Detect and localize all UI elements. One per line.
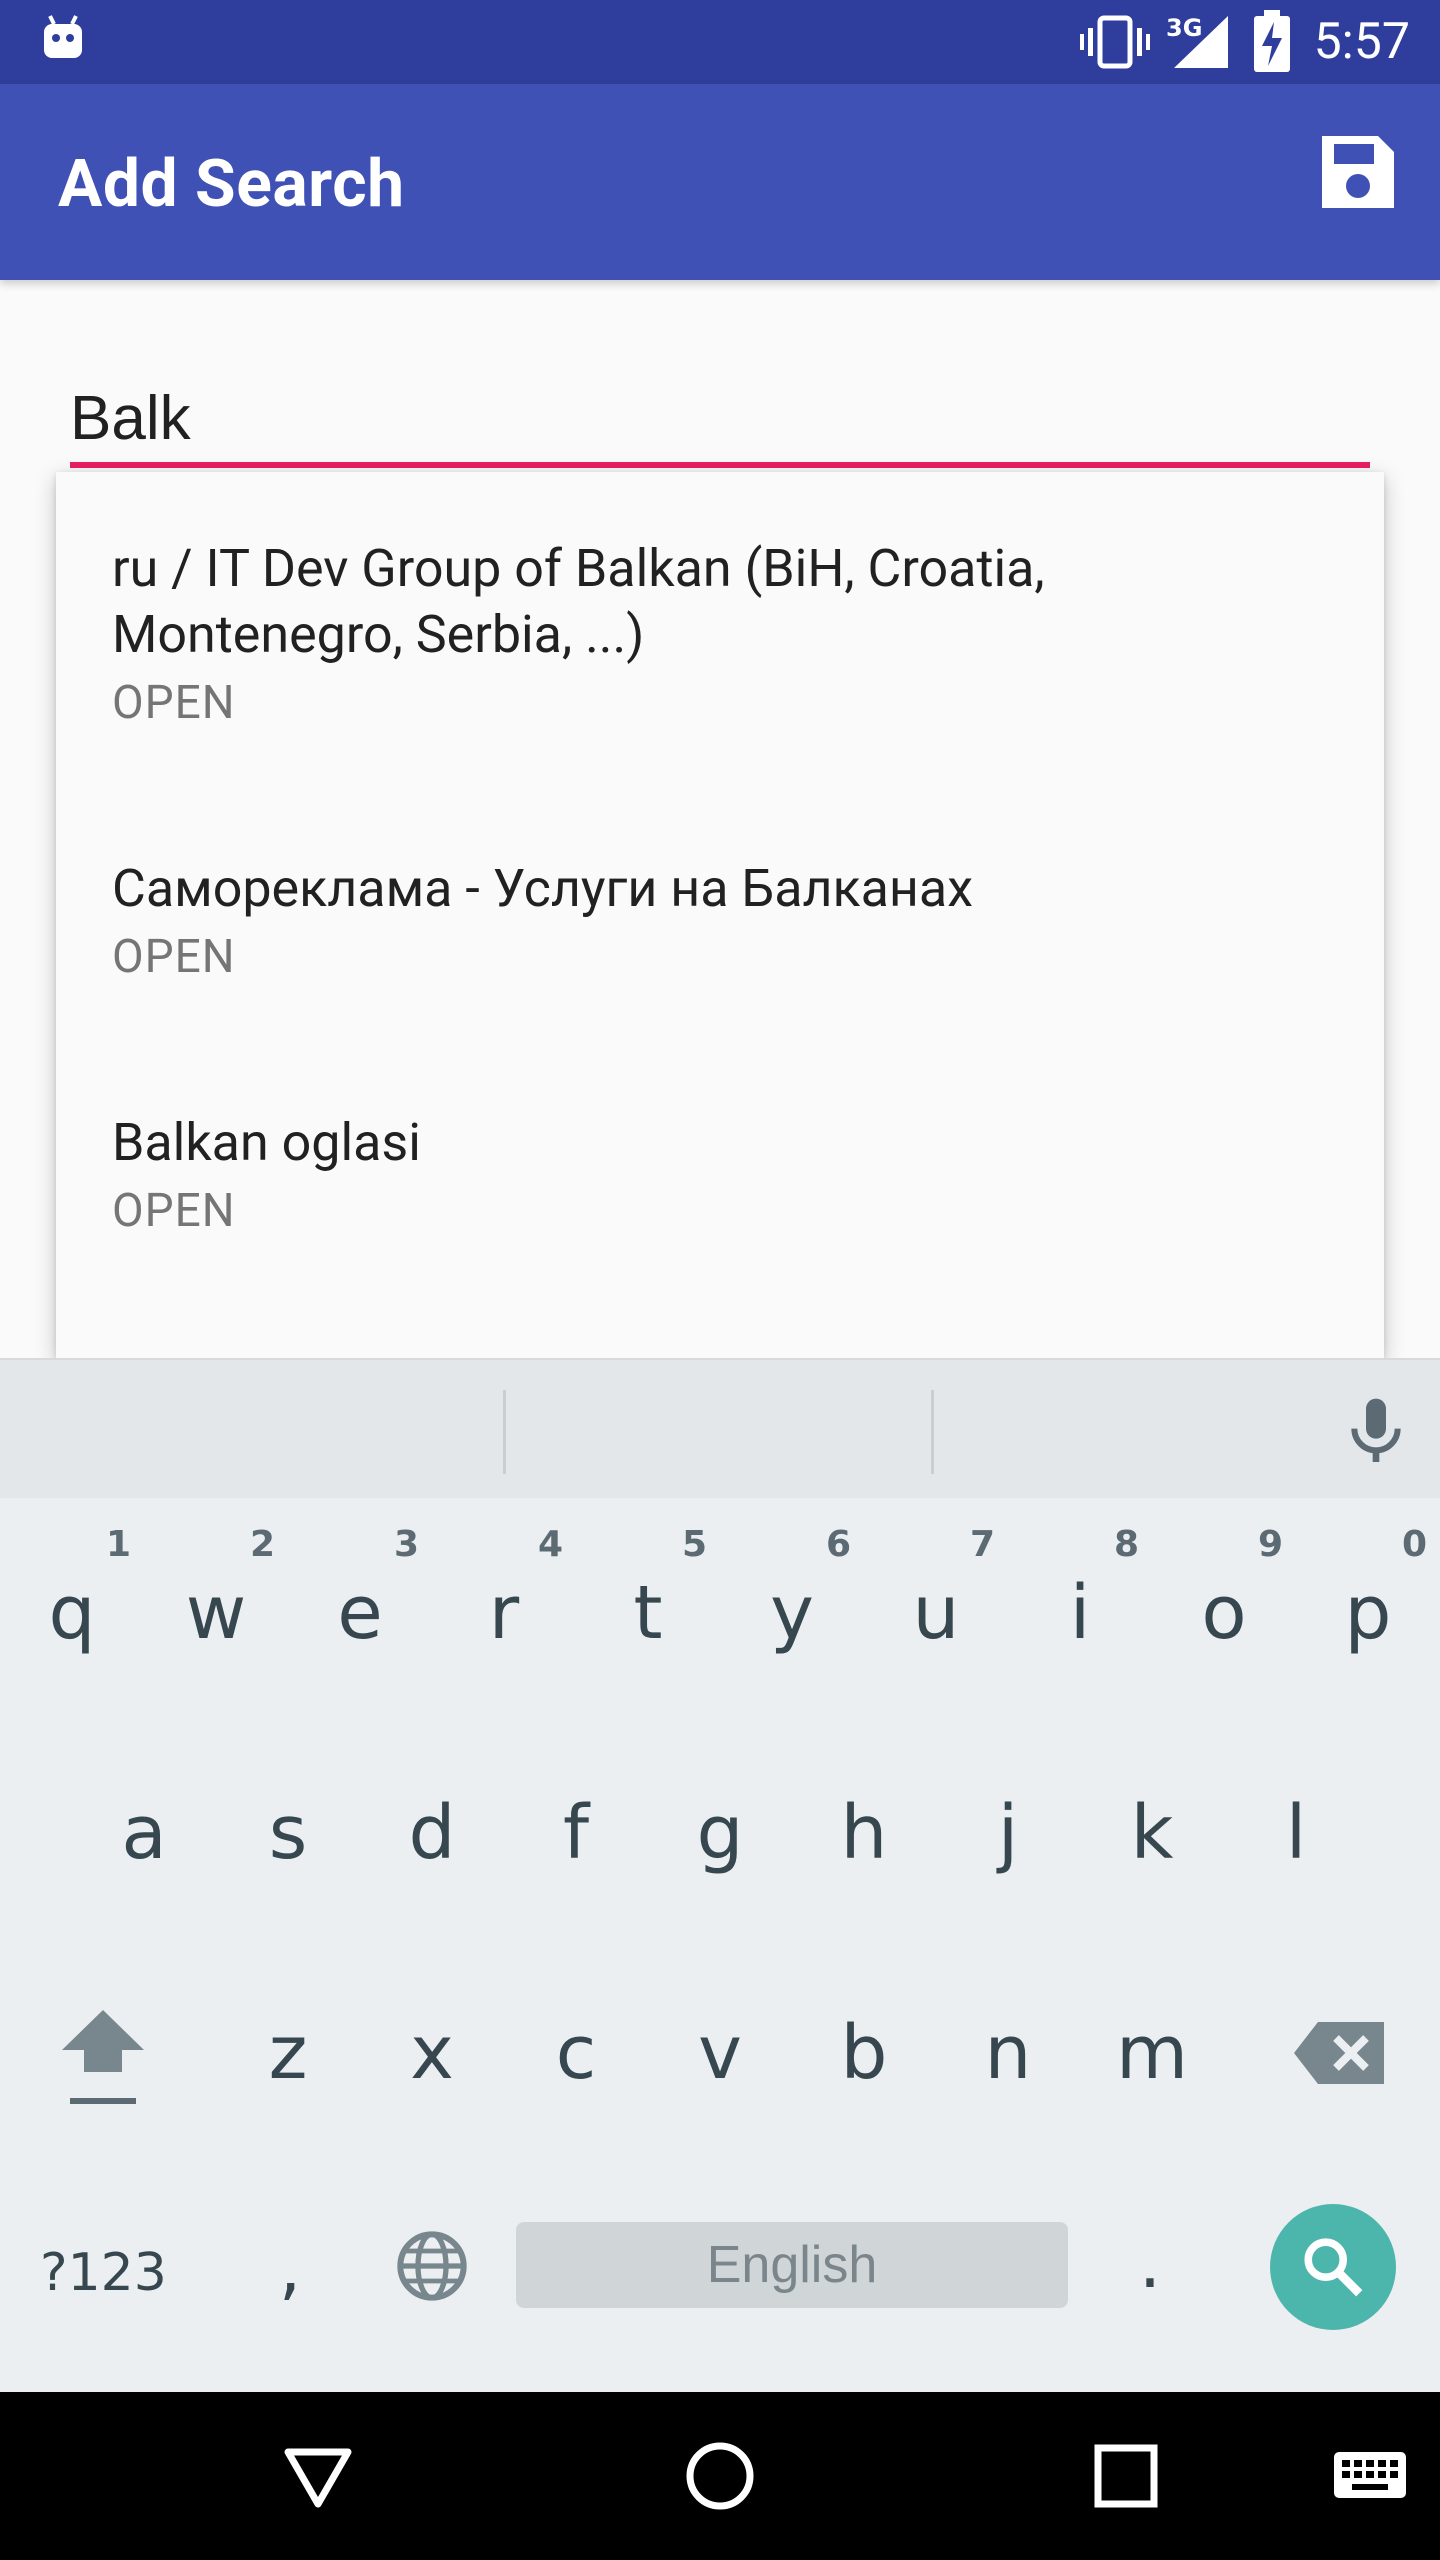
soft-keyboard: 1234567890 qwertyuiop asdfghjkl zxcvbnm … xyxy=(0,1358,1440,2392)
battery-charging-icon xyxy=(1254,10,1290,72)
home-button[interactable] xyxy=(672,2428,768,2524)
key-s[interactable]: s xyxy=(228,1778,348,1898)
suggestion-item[interactable]: Balkan oglasi OPEN xyxy=(56,1032,1384,1272)
keyboard-switcher-button[interactable] xyxy=(1330,2442,1410,2512)
suggestion-strip xyxy=(0,1358,1440,1498)
globe-icon xyxy=(397,2231,467,2301)
key-f[interactable]: f xyxy=(516,1778,636,1898)
key-g[interactable]: g xyxy=(660,1778,780,1898)
key-q[interactable]: q xyxy=(12,1558,132,1678)
key-i[interactable]: i xyxy=(1020,1558,1140,1678)
suggestion-subtitle: OPEN xyxy=(112,1184,236,1238)
key-d[interactable]: d xyxy=(372,1778,492,1898)
magnifier-icon xyxy=(1304,2238,1363,2297)
strip-divider xyxy=(931,1390,934,1474)
language-switch-key[interactable] xyxy=(392,2226,472,2306)
strip-divider xyxy=(503,1390,506,1474)
key-l[interactable]: l xyxy=(1236,1778,1356,1898)
key-h[interactable]: h xyxy=(804,1778,924,1898)
suggestion-title: Balkan oglasi xyxy=(112,1112,421,1173)
cell-signal-icon xyxy=(1174,16,1228,68)
keyboard-icon xyxy=(1334,2452,1406,2498)
key-z[interactable]: z xyxy=(228,1998,348,2118)
key-w[interactable]: w xyxy=(156,1558,276,1678)
back-triangle-icon xyxy=(284,2448,352,2508)
suggestion-subtitle: OPEN xyxy=(112,676,236,730)
key-o[interactable]: o xyxy=(1164,1558,1284,1678)
suggestion-subtitle: OPEN xyxy=(112,930,236,984)
suggestion-title-line2: Montenegro, Serbia, ...) xyxy=(112,604,645,665)
key-k[interactable]: k xyxy=(1092,1778,1212,1898)
key-p[interactable]: p xyxy=(1308,1558,1428,1678)
page-title: Add Search xyxy=(58,146,405,223)
shift-arrow-icon xyxy=(62,2010,144,2104)
home-circle-icon xyxy=(686,2442,754,2510)
symbols-key[interactable]: ?123 xyxy=(40,2228,190,2318)
key-t[interactable]: t xyxy=(588,1558,708,1678)
search-input[interactable] xyxy=(70,370,1370,466)
search-action-key[interactable] xyxy=(1270,2204,1396,2330)
key-j[interactable]: j xyxy=(948,1778,1068,1898)
status-bar: 3G 5:57 xyxy=(0,0,1440,84)
vibrate-icon xyxy=(1080,15,1150,69)
key-u[interactable]: u xyxy=(876,1558,996,1678)
key-b[interactable]: b xyxy=(804,1998,924,2118)
search-input-underline xyxy=(70,462,1370,468)
key-y[interactable]: y xyxy=(732,1558,852,1678)
back-button[interactable] xyxy=(270,2428,366,2524)
recents-square-icon xyxy=(1094,2444,1158,2508)
key-m[interactable]: m xyxy=(1092,1998,1212,2118)
space-key[interactable]: English xyxy=(516,2222,1068,2308)
suggestion-item[interactable]: Самореклама - Услуги на Балканах OPEN xyxy=(56,782,1384,1012)
suggestion-title: ru / IT Dev Group of Balkan (BiH, Croati… xyxy=(112,538,1045,599)
key-x[interactable]: x xyxy=(372,1998,492,2118)
suggestion-title: Самореклама - Услуги на Балканах xyxy=(112,858,973,919)
recents-button[interactable] xyxy=(1078,2428,1174,2524)
floppy-disk-icon xyxy=(1322,136,1394,208)
period-key[interactable]: . xyxy=(1110,2218,1190,2318)
navigation-bar xyxy=(0,2392,1440,2560)
microphone-icon xyxy=(1351,1398,1401,1462)
key-a[interactable]: a xyxy=(84,1778,204,1898)
save-button[interactable] xyxy=(1310,124,1406,220)
shift-key[interactable] xyxy=(48,1998,158,2128)
key-e[interactable]: e xyxy=(300,1558,420,1678)
android-notification-icon xyxy=(44,15,82,58)
key-r[interactable]: r xyxy=(444,1558,564,1678)
app-bar: Add Search xyxy=(0,84,1440,280)
voice-input-button[interactable] xyxy=(1336,1392,1416,1472)
key-v[interactable]: v xyxy=(660,1998,780,2118)
backspace-key[interactable] xyxy=(1290,2008,1390,2098)
comma-key[interactable]: , xyxy=(250,2223,330,2323)
suggestions-dropdown: ru / IT Dev Group of Balkan (BiH, Croati… xyxy=(56,472,1384,1358)
key-n[interactable]: n xyxy=(948,1998,1068,2118)
status-time: 5:57 xyxy=(1313,13,1410,71)
backspace-icon xyxy=(1294,2022,1384,2084)
suggestion-item[interactable]: ru / IT Dev Group of Balkan (BiH, Croati… xyxy=(56,472,1384,772)
key-c[interactable]: c xyxy=(516,1998,636,2118)
